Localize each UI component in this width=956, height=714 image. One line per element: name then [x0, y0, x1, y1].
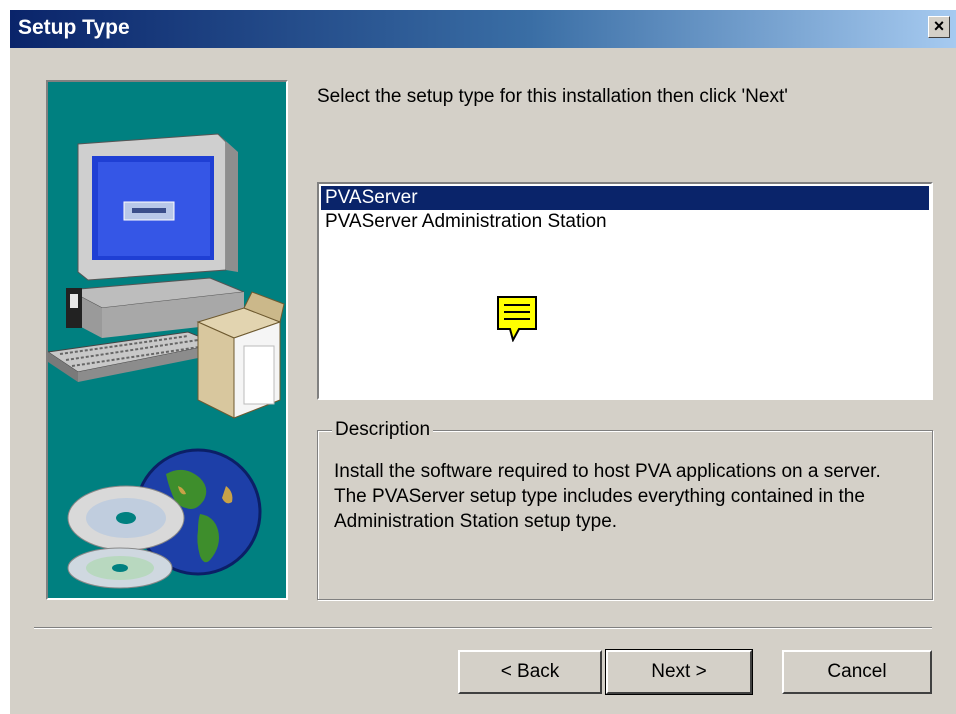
- setup-prompt: Select the setup type for this installat…: [317, 86, 788, 107]
- description-groupbox: Description Install the software require…: [317, 419, 933, 600]
- setup-type-list[interactable]: PVAServer PVAServer Administration Stati…: [317, 182, 933, 400]
- setup-type-item-pvaserver[interactable]: PVAServer: [321, 186, 929, 210]
- setup-type-item-admin-station[interactable]: PVAServer Administration Station: [321, 210, 929, 234]
- window-title: Setup Type: [18, 16, 130, 39]
- close-button[interactable]: ×: [928, 16, 950, 38]
- next-button[interactable]: Next >: [605, 649, 753, 695]
- setup-type-dialog: Setup Type × Select the setup type for t…: [10, 10, 956, 714]
- title-bar: Setup Type ×: [10, 10, 956, 48]
- note-icon: [497, 296, 537, 342]
- globe-cd-illustration: [67, 448, 262, 589]
- button-divider: [34, 627, 932, 629]
- cancel-button[interactable]: Cancel: [782, 650, 932, 694]
- close-icon: ×: [933, 16, 945, 36]
- description-text: Install the software required to host PV…: [334, 461, 881, 532]
- computer-illustration: [48, 133, 285, 589]
- back-button[interactable]: < Back: [458, 650, 602, 694]
- setup-illustration: [46, 80, 288, 600]
- description-label: Description: [332, 419, 434, 441]
